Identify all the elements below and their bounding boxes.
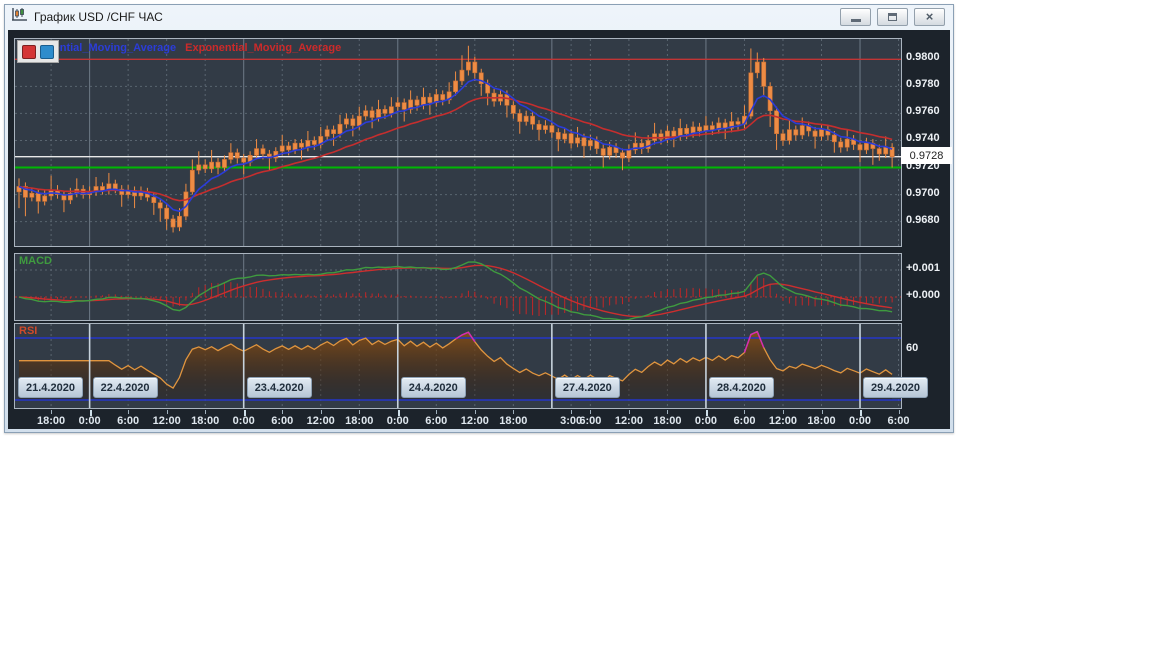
date-label: 27.4.2020 [554, 377, 620, 398]
time-axis-label: 12:00 [768, 415, 798, 427]
time-axis-label: 0:00 [386, 415, 409, 427]
time-axis-tick [166, 410, 168, 414]
desktop: { "window": { "title": "График USD /CHF … [0, 0, 1152, 648]
date-label: 22.4.2020 [92, 377, 158, 398]
minimize-icon [850, 19, 861, 22]
price-axis-label: 0.9700 [906, 186, 940, 199]
time-axis: 18:00 0:00 6:00 12:00 18:00 0:00 6:00 12:00 18:0… [14, 410, 910, 429]
time-axis-tick [128, 410, 130, 414]
date-label: 23.4.2020 [246, 377, 312, 398]
time-axis-tick [782, 410, 784, 414]
price-chart-panel[interactable]: Exponential_Moving_Average Exponential_M… [14, 38, 902, 247]
indicator-legend: Exponential_Moving_Average Exponential_M… [20, 42, 341, 54]
time-axis-tick [744, 410, 746, 414]
time-axis-label: 0:00 [232, 415, 255, 427]
price-chart[interactable] [15, 39, 901, 246]
price-axis-label: 0.9800 [906, 51, 940, 64]
time-axis-label: 18:00 [653, 415, 682, 427]
time-axis-tick [282, 410, 284, 414]
current-price-label: 0.9728 [901, 147, 952, 165]
time-axis-label: 0:00 [849, 415, 872, 427]
time-axis-label: 18:00 [807, 415, 836, 427]
date-label: 24.4.2020 [400, 377, 466, 398]
minimize-button[interactable] [840, 8, 871, 26]
time-axis-label: 6:00 [425, 415, 448, 427]
time-axis-label: 6:00 [579, 415, 602, 427]
time-axis-label: 12:00 [306, 415, 335, 427]
time-axis-label: 12:00 [152, 415, 181, 427]
price-axis-label: 0.9740 [906, 132, 940, 145]
rsi-axis-label: 60 [906, 342, 919, 355]
time-axis-label: 6:00 [887, 415, 910, 427]
time-axis-tick [51, 410, 53, 414]
blue-indicator-button[interactable] [40, 44, 54, 59]
title-bar[interactable]: График USD /CHF ЧАС × [5, 5, 953, 29]
time-axis-label: 12:00 [460, 415, 489, 427]
time-axis-label: 0:00 [694, 415, 717, 427]
time-axis-label: 12:00 [614, 415, 643, 427]
chart-client-area: Exponential_Moving_Average Exponential_M… [8, 30, 952, 429]
time-axis-tick [474, 410, 476, 414]
restore-icon [888, 13, 897, 21]
time-axis-tick [821, 410, 823, 414]
time-axis-label: 6:00 [271, 415, 294, 427]
rsi-panel[interactable]: RSI 21.4.2020 22.4.2020 23.4.2020 24.4.2020… [14, 323, 928, 409]
indicator-buttons-box [17, 40, 59, 63]
date-label: 21.4.2020 [18, 377, 83, 398]
close-button[interactable]: × [914, 8, 945, 26]
macd-label: MACD [19, 255, 52, 267]
candlestick-chart-icon [11, 7, 28, 27]
macd-axis-label: +0.001 [906, 262, 940, 274]
time-axis-tick [590, 410, 592, 414]
time-axis-tick [436, 410, 438, 414]
time-axis-label: 18:00 [345, 415, 374, 427]
chart-window: График USD /CHF ЧАС × Exponential_Moving… [4, 4, 954, 433]
time-axis-label: 18:00 [191, 415, 220, 427]
time-axis-tick [320, 410, 322, 414]
window-controls: × [840, 8, 945, 26]
macd-chart[interactable] [15, 254, 901, 320]
macd-panel[interactable]: MACD [14, 253, 902, 321]
time-axis-tick [359, 410, 361, 414]
time-axis-label: 0:00 [78, 415, 101, 427]
time-axis-tick [628, 410, 630, 414]
restore-button[interactable] [877, 8, 908, 26]
price-axis-label: 0.9760 [906, 105, 940, 118]
close-icon: × [925, 9, 934, 24]
red-indicator-button[interactable] [22, 44, 36, 59]
time-axis-tick [571, 410, 573, 414]
time-axis-tick [205, 410, 207, 414]
price-axis-label: 0.9780 [906, 78, 940, 91]
window-title: График USD /CHF ЧАС [34, 10, 163, 24]
rsi-label: RSI [19, 325, 38, 337]
price-axis-label: 0.9680 [906, 213, 940, 226]
time-axis-tick [667, 410, 669, 414]
time-axis-label: 18:00 [499, 415, 528, 427]
date-label: 29.4.2020 [863, 377, 928, 398]
time-axis-label: 18:00 [37, 415, 66, 427]
time-axis-tick [898, 410, 900, 414]
ema-red-legend-label: Exponential_Moving_Average [185, 42, 342, 54]
macd-axis-label: +0.000 [906, 289, 940, 301]
time-axis-label: 6:00 [733, 415, 756, 427]
time-axis-tick [513, 410, 515, 414]
date-label: 28.4.2020 [708, 377, 774, 398]
time-axis-label: 6:00 [117, 415, 140, 427]
